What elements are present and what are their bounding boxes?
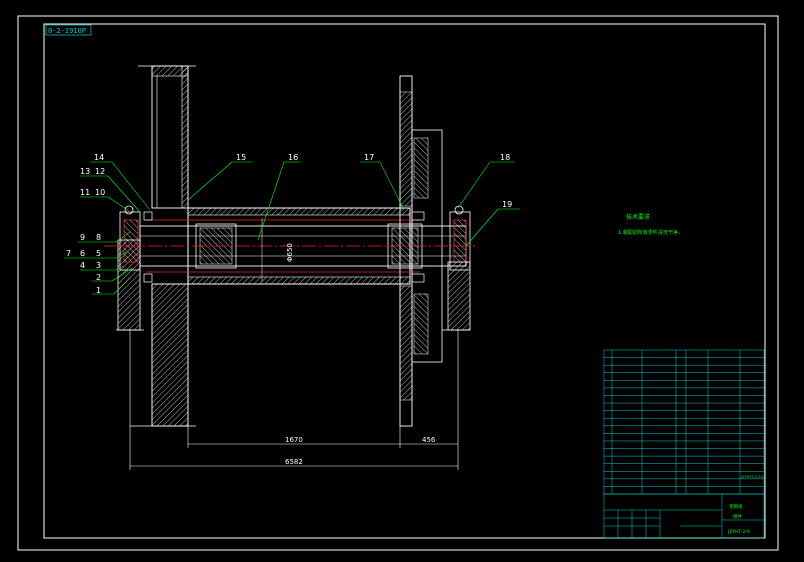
callout-15: 15 bbox=[236, 153, 246, 162]
callout-18: 18 bbox=[500, 153, 510, 162]
callout-13: 13 bbox=[80, 167, 90, 176]
callout-3: 3 bbox=[96, 261, 101, 270]
callout-6: 6 bbox=[80, 249, 85, 258]
callout-19: 19 bbox=[502, 200, 512, 209]
callout-17: 17 bbox=[364, 153, 374, 162]
right-support bbox=[447, 205, 471, 331]
title-tag: 0-2-1910P bbox=[45, 24, 92, 36]
technical-notes: 技术要求 1.装配前所有零件清洗干净。 bbox=[618, 213, 683, 236]
callout-12: 12 bbox=[95, 167, 105, 176]
title-block-drawing-no: JZYHT-2-0 bbox=[727, 529, 750, 535]
title-block-name: 卷筒组 bbox=[729, 503, 743, 510]
callout-1: 1 bbox=[96, 286, 101, 295]
callout-16: 16 bbox=[288, 153, 298, 162]
dim-456: 456 bbox=[422, 436, 436, 444]
callout-9: 9 bbox=[80, 233, 85, 242]
callout-7: 7 bbox=[66, 249, 71, 258]
callout-4: 4 bbox=[80, 261, 85, 270]
callout-5: 5 bbox=[96, 249, 101, 258]
dim-diameter-650: Φ650 bbox=[286, 243, 294, 262]
callout-11: 11 bbox=[80, 188, 90, 197]
dim-1670: 1670 bbox=[285, 436, 303, 444]
callout-2: 2 bbox=[96, 273, 101, 282]
bom-table bbox=[603, 349, 765, 495]
title-tag-text: 0-2-1910P bbox=[48, 27, 86, 35]
callout-14: 14 bbox=[94, 153, 104, 162]
bom-code: JZYHTT-2-10 bbox=[740, 475, 764, 479]
notes-heading: 技术要求 bbox=[626, 213, 650, 221]
callout-8: 8 bbox=[96, 233, 101, 242]
assembly-drawing: 0-2-1910P 1670 456 6582 Φ650 14 13 12 11… bbox=[17, 15, 779, 551]
notes-line-1: 1.装配前所有零件清洗干净。 bbox=[618, 229, 683, 236]
callout-10: 10 bbox=[95, 188, 105, 197]
title-block-material: 组件 bbox=[733, 513, 742, 520]
dim-6582: 6582 bbox=[285, 458, 303, 466]
